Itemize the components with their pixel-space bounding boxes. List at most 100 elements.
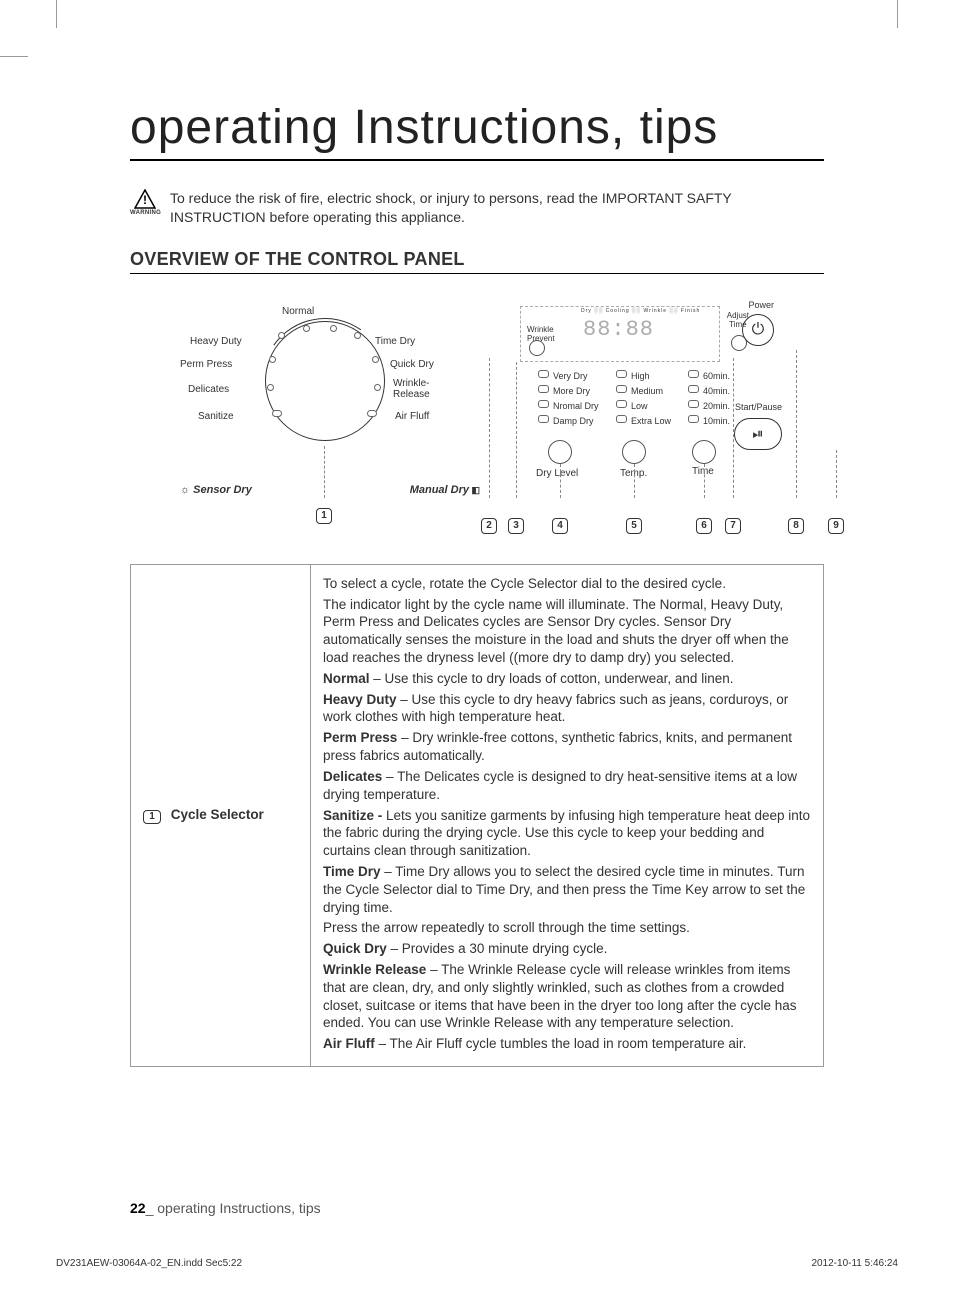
dry-level-options: Very Dry More Dry Nromal Dry Damp Dry <box>538 370 599 426</box>
crop-left <box>0 56 28 57</box>
time-display: 88:88 <box>583 317 654 342</box>
callout-6: 6 <box>696 518 712 534</box>
intro-2: The indicator light by the cycle name wi… <box>323 596 811 667</box>
opt-40: 40min. <box>688 385 730 396</box>
warning-icon: ! WARNING <box>130 189 160 216</box>
opt-20: 20min. <box>688 400 730 411</box>
callout-line <box>324 446 325 498</box>
time-label: Time <box>692 466 714 477</box>
dial-dot-oval <box>272 410 282 417</box>
dial-time-dry: Time Dry <box>375 336 415 347</box>
opt-very-dry: Very Dry <box>538 370 599 381</box>
dial-dot <box>330 325 337 332</box>
callout-line <box>560 464 561 498</box>
dial-air-fluff: Air Fluff <box>395 411 429 422</box>
callout-7: 7 <box>725 518 741 534</box>
temp-options: High Medium Low Extra Low <box>616 370 671 426</box>
callout-1: 1 <box>316 508 332 524</box>
opt-medium: Medium <box>616 385 671 396</box>
warning-text: To reduce the risk of fire, electric sho… <box>170 189 824 227</box>
airfluff-t: – The Air Fluff cycle tumbles the load i… <box>375 1036 747 1051</box>
dial-dot <box>269 356 276 363</box>
sanitize-line: Sanitize - Lets you sanitize garments by… <box>323 807 811 860</box>
perm-b: Perm Press <box>323 730 397 745</box>
dial-dot-oval <box>367 410 377 417</box>
callout-line <box>796 350 797 498</box>
quick-b: Quick Dry <box>323 941 387 956</box>
opt-normal-dry: Nromal Dry <box>538 400 599 411</box>
sensor-arc <box>252 308 398 454</box>
sanitize-t: Lets you sanitize garments by infusing h… <box>323 808 810 859</box>
dial-quick-dry: Quick Dry <box>390 359 434 370</box>
normal-t: – Use this cycle to dry loads of cotton,… <box>370 671 734 686</box>
dial-delicates: Delicates <box>188 384 229 395</box>
table-row: 1 Cycle Selector To select a cycle, rota… <box>131 564 824 1066</box>
delicates-line: Delicates – The Delicates cycle is desig… <box>323 768 811 804</box>
opt-damp-dry: Damp Dry <box>538 415 599 426</box>
airfluff-b: Air Fluff <box>323 1036 375 1051</box>
timedry-b: Time Dry <box>323 864 381 879</box>
dry-level-knob <box>548 440 572 464</box>
heavy-b: Heavy Duty <box>323 692 397 707</box>
opt-extra-low: Extra Low <box>616 415 671 426</box>
normal-b: Normal <box>323 671 370 686</box>
opt-low: Low <box>616 400 671 411</box>
power-icon: ⏻ <box>752 321 765 339</box>
timedry-t: – Time Dry allows you to select the desi… <box>323 864 805 915</box>
dial-dot <box>303 325 310 332</box>
page-title: operating Instructions, tips <box>130 100 824 161</box>
callout-line <box>634 464 635 498</box>
row-number-pill: 1 <box>143 810 161 824</box>
warning-label: WARNING <box>130 210 160 216</box>
intro-1: To select a cycle, rotate the Cycle Sele… <box>323 575 811 593</box>
dial-dot <box>278 332 285 339</box>
heavy-line: Heavy Duty – Use this cycle to dry heavy… <box>323 691 811 727</box>
display-panel: Wrinkle Prevent 88:88 Dry ░░ Cooling ░░ … <box>520 306 720 362</box>
warning-triangle-icon: ! <box>134 189 156 209</box>
quick-line: Quick Dry – Provides a 30 minute drying … <box>323 940 811 958</box>
stage-indicators: Dry ░░ Cooling ░░ Wrinkle ░░ Finish <box>581 308 700 314</box>
play-pause-icon: ⏯ <box>752 425 763 442</box>
page-footer: 22_ operating Instructions, tips <box>130 1200 321 1216</box>
callout-9: 9 <box>828 518 844 534</box>
airfluff-line: Air Fluff – The Air Fluff cycle tumbles … <box>323 1035 811 1053</box>
print-metadata: DV231AEW-03064A-02_EN.indd Sec5:22 2012-… <box>56 1258 898 1269</box>
callout-line <box>516 362 517 498</box>
crop-top-right <box>897 0 898 28</box>
callout-line <box>836 450 837 498</box>
source-file: DV231AEW-03064A-02_EN.indd Sec5:22 <box>56 1258 242 1269</box>
dial-wrinkle-release: Wrinkle- Release <box>393 378 430 400</box>
start-pause-label: Start/Pause <box>735 402 782 412</box>
cycle-dial-area: Heavy Duty Normal Time Dry Perm Press Qu… <box>190 306 460 496</box>
dial-dot <box>267 384 274 391</box>
timedry-line: Time Dry – Time Dry allows you to select… <box>323 863 811 916</box>
callout-line <box>704 464 705 498</box>
wrinkle-line: Wrinkle Release – The Wrinkle Release cy… <box>323 961 811 1032</box>
dial-heavy-duty: Heavy Duty <box>190 336 242 347</box>
quick-t: – Provides a 30 minute drying cycle. <box>387 941 608 956</box>
row-title: Cycle Selector <box>171 807 264 822</box>
svg-text:!: ! <box>143 193 147 207</box>
spec-table: 1 Cycle Selector To select a cycle, rota… <box>130 564 824 1067</box>
sensor-dry-label: Sensor Dry <box>180 484 252 496</box>
dial-dot <box>354 332 361 339</box>
right-cluster: Wrinkle Prevent 88:88 Dry ░░ Cooling ░░ … <box>470 306 814 506</box>
callout-line <box>733 358 734 498</box>
footer-label: _ operating Instructions, tips <box>146 1200 321 1216</box>
callout-5: 5 <box>626 518 642 534</box>
dial-normal: Normal <box>282 306 314 317</box>
dry-level-label: Dry Level <box>536 468 578 479</box>
callout-line <box>489 358 490 498</box>
opt-high: High <box>616 370 671 381</box>
temp-knob <box>622 440 646 464</box>
callout-2: 2 <box>481 518 497 534</box>
power-button: ⏻ <box>742 314 774 346</box>
section-heading: OVERVIEW OF THE CONTROL PANEL <box>130 249 824 274</box>
normal-line: Normal – Use this cycle to dry loads of … <box>323 670 811 688</box>
dial-sanitize: Sanitize <box>198 411 234 422</box>
start-pause-button: ⏯ <box>734 418 782 450</box>
power-label: Power <box>748 300 774 310</box>
perm-line: Perm Press – Dry wrinkle-free cottons, s… <box>323 729 811 765</box>
timedry-extra: Press the arrow repeatedly to scroll thr… <box>323 919 811 937</box>
row-desc-cell: To select a cycle, rotate the Cycle Sele… <box>311 564 824 1066</box>
